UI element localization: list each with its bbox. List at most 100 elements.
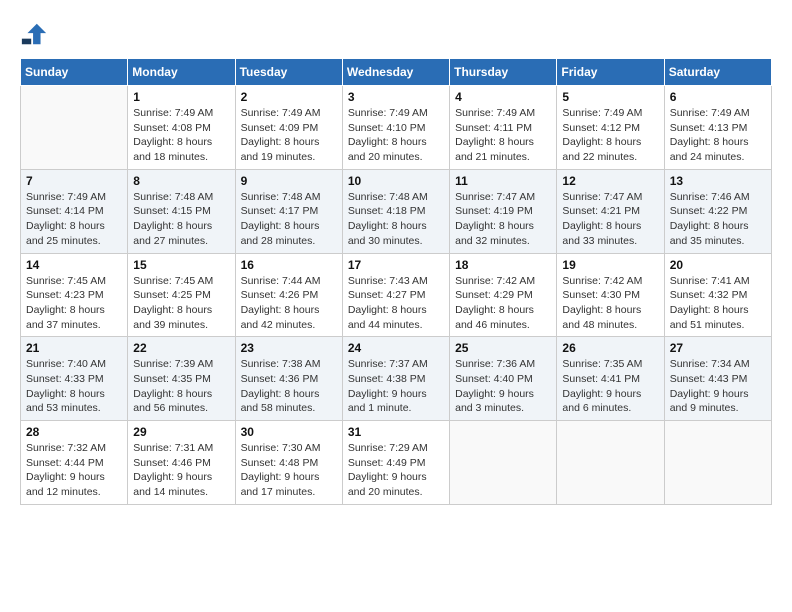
- day-number: 5: [562, 90, 658, 104]
- day-number: 16: [241, 258, 337, 272]
- weekday-monday: Monday: [128, 59, 235, 86]
- calendar-body: 1 Sunrise: 7:49 AM Sunset: 4:08 PM Daylig…: [21, 86, 772, 505]
- day-info: Sunrise: 7:44 AM Sunset: 4:26 PM Dayligh…: [241, 274, 337, 333]
- day-info: Sunrise: 7:36 AM Sunset: 4:40 PM Dayligh…: [455, 357, 551, 416]
- day-info: Sunrise: 7:47 AM Sunset: 4:21 PM Dayligh…: [562, 190, 658, 249]
- day-number: 17: [348, 258, 444, 272]
- day-number: 12: [562, 174, 658, 188]
- calendar-table: SundayMondayTuesdayWednesdayThursdayFrid…: [20, 58, 772, 505]
- day-number: 15: [133, 258, 229, 272]
- day-info: Sunrise: 7:31 AM Sunset: 4:46 PM Dayligh…: [133, 441, 229, 500]
- day-info: Sunrise: 7:41 AM Sunset: 4:32 PM Dayligh…: [670, 274, 766, 333]
- day-number: 10: [348, 174, 444, 188]
- day-info: Sunrise: 7:35 AM Sunset: 4:41 PM Dayligh…: [562, 357, 658, 416]
- day-info: Sunrise: 7:34 AM Sunset: 4:43 PM Dayligh…: [670, 357, 766, 416]
- weekday-thursday: Thursday: [450, 59, 557, 86]
- calendar-cell: [21, 86, 128, 170]
- calendar-cell: 4 Sunrise: 7:49 AM Sunset: 4:11 PM Daylig…: [450, 86, 557, 170]
- day-number: 3: [348, 90, 444, 104]
- calendar-cell: 29 Sunrise: 7:31 AM Sunset: 4:46 PM Dayli…: [128, 421, 235, 505]
- calendar-cell: [664, 421, 771, 505]
- calendar-cell: 13 Sunrise: 7:46 AM Sunset: 4:22 PM Dayli…: [664, 169, 771, 253]
- day-number: 22: [133, 341, 229, 355]
- calendar-cell: 16 Sunrise: 7:44 AM Sunset: 4:26 PM Dayli…: [235, 253, 342, 337]
- calendar-cell: 30 Sunrise: 7:30 AM Sunset: 4:48 PM Dayli…: [235, 421, 342, 505]
- day-number: 1: [133, 90, 229, 104]
- calendar-cell: 2 Sunrise: 7:49 AM Sunset: 4:09 PM Daylig…: [235, 86, 342, 170]
- calendar-week-2: 7 Sunrise: 7:49 AM Sunset: 4:14 PM Daylig…: [21, 169, 772, 253]
- day-info: Sunrise: 7:49 AM Sunset: 4:12 PM Dayligh…: [562, 106, 658, 165]
- calendar-cell: 14Sunrise: 7:45 AM Sunset: 4:23 PM Dayli…: [21, 253, 128, 337]
- calendar-cell: 15 Sunrise: 7:45 AM Sunset: 4:25 PM Dayli…: [128, 253, 235, 337]
- calendar-cell: 20 Sunrise: 7:41 AM Sunset: 4:32 PM Dayli…: [664, 253, 771, 337]
- day-info: Sunrise: 7:49 AM Sunset: 4:11 PM Dayligh…: [455, 106, 551, 165]
- day-number: 8: [133, 174, 229, 188]
- calendar-week-3: 14Sunrise: 7:45 AM Sunset: 4:23 PM Dayli…: [21, 253, 772, 337]
- day-info: Sunrise: 7:48 AM Sunset: 4:15 PM Dayligh…: [133, 190, 229, 249]
- day-info: Sunrise: 7:29 AM Sunset: 4:49 PM Dayligh…: [348, 441, 444, 500]
- calendar-cell: 22 Sunrise: 7:39 AM Sunset: 4:35 PM Dayli…: [128, 337, 235, 421]
- weekday-saturday: Saturday: [664, 59, 771, 86]
- page-header: [20, 20, 772, 48]
- calendar-cell: 27 Sunrise: 7:34 AM Sunset: 4:43 PM Dayli…: [664, 337, 771, 421]
- day-number: 30: [241, 425, 337, 439]
- calendar-cell: 5 Sunrise: 7:49 AM Sunset: 4:12 PM Daylig…: [557, 86, 664, 170]
- day-number: 28: [26, 425, 122, 439]
- calendar-cell: 25Sunrise: 7:36 AM Sunset: 4:40 PM Dayli…: [450, 337, 557, 421]
- weekday-sunday: Sunday: [21, 59, 128, 86]
- day-info: Sunrise: 7:40 AM Sunset: 4:33 PM Dayligh…: [26, 357, 122, 416]
- day-info: Sunrise: 7:37 AM Sunset: 4:38 PM Dayligh…: [348, 357, 444, 416]
- day-info: Sunrise: 7:47 AM Sunset: 4:19 PM Dayligh…: [455, 190, 551, 249]
- day-info: Sunrise: 7:42 AM Sunset: 4:29 PM Dayligh…: [455, 274, 551, 333]
- day-number: 21: [26, 341, 122, 355]
- calendar-cell: 19Sunrise: 7:42 AM Sunset: 4:30 PM Dayli…: [557, 253, 664, 337]
- day-info: Sunrise: 7:49 AM Sunset: 4:08 PM Dayligh…: [133, 106, 229, 165]
- calendar-cell: 8 Sunrise: 7:48 AM Sunset: 4:15 PM Daylig…: [128, 169, 235, 253]
- calendar-cell: 24 Sunrise: 7:37 AM Sunset: 4:38 PM Dayli…: [342, 337, 449, 421]
- calendar-cell: 28 Sunrise: 7:32 AM Sunset: 4:44 PM Dayli…: [21, 421, 128, 505]
- day-number: 4: [455, 90, 551, 104]
- day-info: Sunrise: 7:45 AM Sunset: 4:23 PM Dayligh…: [26, 274, 122, 333]
- day-number: 18: [455, 258, 551, 272]
- weekday-friday: Friday: [557, 59, 664, 86]
- day-number: 6: [670, 90, 766, 104]
- calendar-cell: 11Sunrise: 7:47 AM Sunset: 4:19 PM Dayli…: [450, 169, 557, 253]
- day-number: 2: [241, 90, 337, 104]
- day-number: 27: [670, 341, 766, 355]
- calendar-cell: 31 Sunrise: 7:29 AM Sunset: 4:49 PM Dayli…: [342, 421, 449, 505]
- calendar-cell: 10Sunrise: 7:48 AM Sunset: 4:18 PM Dayli…: [342, 169, 449, 253]
- day-info: Sunrise: 7:46 AM Sunset: 4:22 PM Dayligh…: [670, 190, 766, 249]
- logo-icon: [20, 20, 48, 48]
- calendar-cell: 12 Sunrise: 7:47 AM Sunset: 4:21 PM Dayli…: [557, 169, 664, 253]
- day-info: Sunrise: 7:49 AM Sunset: 4:09 PM Dayligh…: [241, 106, 337, 165]
- day-number: 31: [348, 425, 444, 439]
- calendar-cell: 3 Sunrise: 7:49 AM Sunset: 4:10 PM Daylig…: [342, 86, 449, 170]
- calendar-week-5: 28 Sunrise: 7:32 AM Sunset: 4:44 PM Dayli…: [21, 421, 772, 505]
- calendar-week-4: 21 Sunrise: 7:40 AM Sunset: 4:33 PM Dayli…: [21, 337, 772, 421]
- calendar-week-1: 1 Sunrise: 7:49 AM Sunset: 4:08 PM Daylig…: [21, 86, 772, 170]
- day-info: Sunrise: 7:38 AM Sunset: 4:36 PM Dayligh…: [241, 357, 337, 416]
- day-number: 9: [241, 174, 337, 188]
- day-number: 24: [348, 341, 444, 355]
- day-number: 7: [26, 174, 122, 188]
- calendar-cell: 9Sunrise: 7:48 AM Sunset: 4:17 PM Daylig…: [235, 169, 342, 253]
- day-info: Sunrise: 7:32 AM Sunset: 4:44 PM Dayligh…: [26, 441, 122, 500]
- calendar-cell: 1 Sunrise: 7:49 AM Sunset: 4:08 PM Daylig…: [128, 86, 235, 170]
- calendar-cell: 17 Sunrise: 7:43 AM Sunset: 4:27 PM Dayli…: [342, 253, 449, 337]
- day-info: Sunrise: 7:42 AM Sunset: 4:30 PM Dayligh…: [562, 274, 658, 333]
- day-number: 26: [562, 341, 658, 355]
- day-info: Sunrise: 7:43 AM Sunset: 4:27 PM Dayligh…: [348, 274, 444, 333]
- day-info: Sunrise: 7:30 AM Sunset: 4:48 PM Dayligh…: [241, 441, 337, 500]
- day-number: 29: [133, 425, 229, 439]
- day-number: 13: [670, 174, 766, 188]
- day-info: Sunrise: 7:39 AM Sunset: 4:35 PM Dayligh…: [133, 357, 229, 416]
- day-number: 20: [670, 258, 766, 272]
- day-number: 23: [241, 341, 337, 355]
- weekday-header-row: SundayMondayTuesdayWednesdayThursdayFrid…: [21, 59, 772, 86]
- day-info: Sunrise: 7:45 AM Sunset: 4:25 PM Dayligh…: [133, 274, 229, 333]
- day-info: Sunrise: 7:49 AM Sunset: 4:10 PM Dayligh…: [348, 106, 444, 165]
- day-info: Sunrise: 7:49 AM Sunset: 4:13 PM Dayligh…: [670, 106, 766, 165]
- calendar-cell: [450, 421, 557, 505]
- day-info: Sunrise: 7:49 AM Sunset: 4:14 PM Dayligh…: [26, 190, 122, 249]
- calendar-cell: 23 Sunrise: 7:38 AM Sunset: 4:36 PM Dayli…: [235, 337, 342, 421]
